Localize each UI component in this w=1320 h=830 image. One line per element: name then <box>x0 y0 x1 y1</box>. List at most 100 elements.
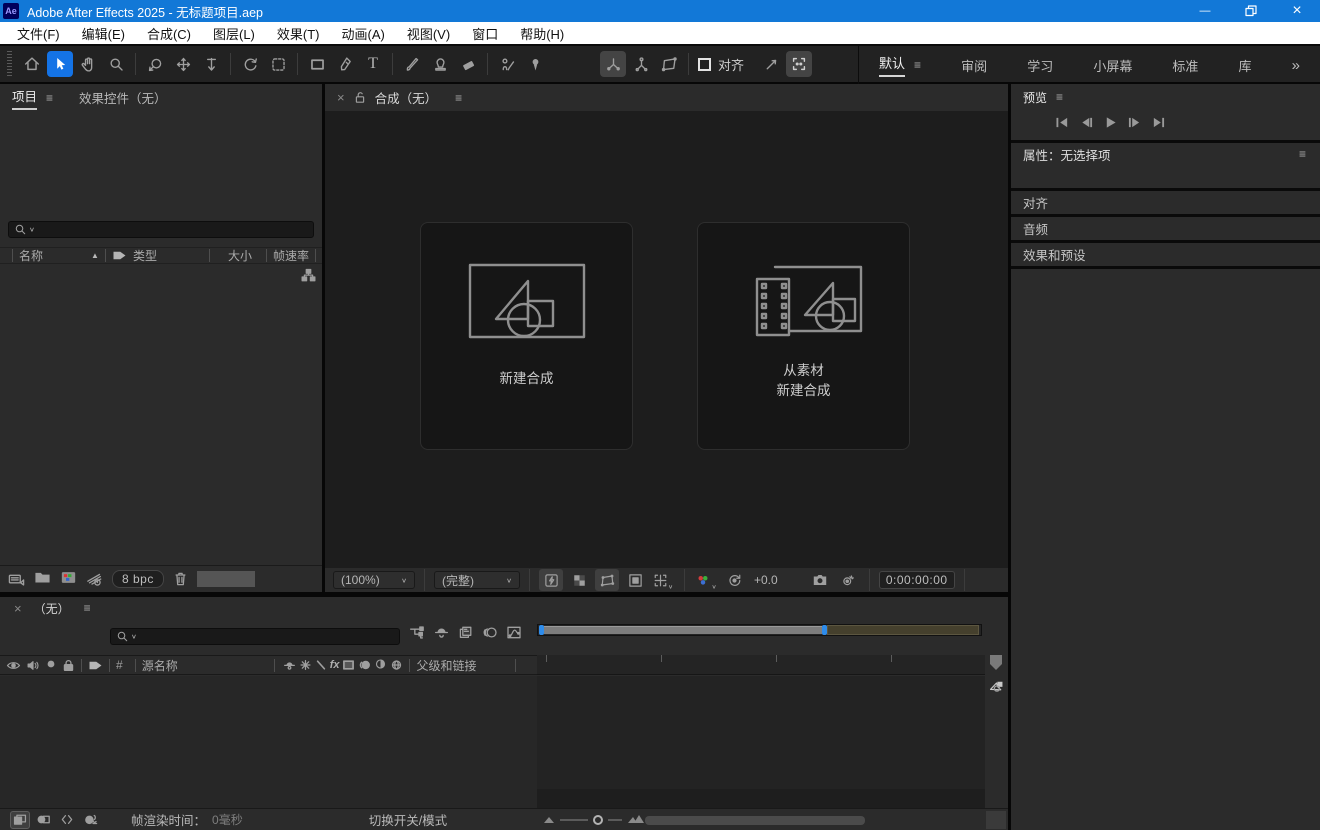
grid-guide-options-icon[interactable]: ∨ <box>651 569 675 591</box>
comp-marker-bin-icon[interactable] <box>988 654 1004 674</box>
project-panel-menu-icon[interactable]: ≡ <box>46 91 53 105</box>
graph-editor-icon[interactable] <box>506 625 522 640</box>
timeline-tab-title[interactable]: （无） <box>34 600 70 617</box>
hand-tool-icon[interactable] <box>75 51 101 77</box>
zoom-out-mountain-icon[interactable] <box>543 813 555 827</box>
expand-transfer-controls-icon[interactable] <box>36 813 51 826</box>
workspace-tab-review[interactable]: 审阅 <box>961 56 987 75</box>
workspace-menu-icon[interactable]: ≡ <box>914 58 921 72</box>
channel-settings-icon[interactable]: ∨ <box>694 569 718 591</box>
transparency-grid-icon[interactable] <box>567 569 591 591</box>
tab-project[interactable]: 项目 <box>12 86 37 110</box>
local-axis-mode-icon[interactable] <box>600 51 626 77</box>
collapse-transformations-icon[interactable] <box>299 659 312 671</box>
previous-frame-button[interactable] <box>1079 116 1094 132</box>
color-settings-icon[interactable] <box>86 572 103 587</box>
audio-icon[interactable] <box>26 659 40 672</box>
dolly-camera-tool-icon[interactable] <box>198 51 224 77</box>
horizontal-scrollbar[interactable] <box>645 816 865 825</box>
bit-depth-button[interactable]: 8 bpc <box>112 570 164 588</box>
layer-list-area[interactable] <box>0 676 537 808</box>
world-axis-mode-icon[interactable] <box>628 51 654 77</box>
project-search-input[interactable]: ∨ <box>8 221 314 238</box>
tab-effect-controls[interactable]: 效果控件（无） <box>79 88 167 107</box>
snap-features-icon[interactable] <box>786 51 812 77</box>
new-folder-icon[interactable] <box>34 570 51 588</box>
rotation-tool-icon[interactable] <box>237 51 263 77</box>
workspace-tab-default[interactable]: 默认≡ <box>879 53 921 77</box>
menu-animation[interactable]: 动画(A) <box>331 22 396 44</box>
orbit-camera-tool-icon[interactable] <box>142 51 168 77</box>
zoom-tool-icon[interactable] <box>103 51 129 77</box>
search-chevron-icon[interactable]: ∨ <box>131 633 137 640</box>
timeline-search-input[interactable]: ∨ <box>110 628 400 645</box>
exposure-value[interactable]: +0.0 <box>754 573 778 587</box>
column-size[interactable]: 大小 <box>228 247 252 264</box>
workspace-tab-libraries[interactable]: 库 <box>1239 56 1252 75</box>
adjustment-layer-icon[interactable] <box>374 658 387 673</box>
audio-panel-header[interactable]: 音频 <box>1011 217 1320 240</box>
eraser-tool-icon[interactable] <box>455 51 481 77</box>
new-comp-from-footage-card[interactable]: 从素材 新建合成 <box>697 222 910 450</box>
timeline-track-area[interactable] <box>537 676 985 808</box>
solo-icon[interactable] <box>45 658 57 673</box>
last-frame-button[interactable] <box>1151 116 1166 132</box>
panel-grip[interactable] <box>7 51 12 77</box>
menu-composition[interactable]: 合成(C) <box>136 22 202 44</box>
fx-icon[interactable]: fx <box>330 659 340 671</box>
composition-tab-title[interactable]: 合成（无） <box>375 88 438 107</box>
magnification-dropdown[interactable]: (100%)∨ <box>333 571 415 589</box>
restore-button[interactable] <box>1228 0 1274 22</box>
comp-button-icon[interactable] <box>988 678 1005 694</box>
menu-edit[interactable]: 编辑(E) <box>71 22 136 44</box>
brush-tool-icon[interactable] <box>399 51 425 77</box>
work-area-track[interactable] <box>537 624 982 636</box>
render-time-icon[interactable] <box>83 813 99 826</box>
view-axis-mode-icon[interactable] <box>656 51 682 77</box>
unlock-icon[interactable] <box>354 91 366 104</box>
panel-close-icon[interactable]: × <box>337 90 345 105</box>
delete-icon[interactable] <box>173 571 188 587</box>
zoom-in-mountains-icon[interactable] <box>627 813 645 827</box>
menu-help[interactable]: 帮助(H) <box>509 22 575 44</box>
video-eye-icon[interactable] <box>6 659 21 672</box>
workspace-overflow-icon[interactable]: » <box>1292 57 1300 74</box>
preview-panel-menu-icon[interactable]: ≡ <box>1056 90 1063 104</box>
frame-blend-switch-icon[interactable] <box>342 659 355 671</box>
snap-toggle[interactable]: 对齐 <box>698 55 744 74</box>
timeline-panel-menu-icon[interactable]: ≡ <box>84 601 91 615</box>
composition-panel-menu-icon[interactable]: ≡ <box>455 91 462 105</box>
search-chevron-icon[interactable]: ∨ <box>29 226 35 233</box>
comp-mini-flowchart-icon[interactable] <box>408 625 425 640</box>
interpret-footage-icon[interactable] <box>8 572 25 587</box>
take-snapshot-icon[interactable] <box>808 569 832 591</box>
tab-preview[interactable]: 预览 <box>1023 89 1047 106</box>
expand-in-out-icon[interactable] <box>60 813 74 826</box>
fast-previews-icon[interactable] <box>539 569 563 591</box>
rectangle-tool-icon[interactable] <box>304 51 330 77</box>
selection-tool-icon[interactable] <box>47 51 73 77</box>
show-snapshot-icon[interactable] <box>836 569 860 591</box>
region-of-interest-icon[interactable] <box>623 569 647 591</box>
menu-view[interactable]: 视图(V) <box>396 22 461 44</box>
zoom-slider-track-right[interactable] <box>608 819 622 821</box>
play-button[interactable] <box>1103 116 1118 132</box>
new-composition-icon[interactable] <box>60 570 77 588</box>
frame-blending-icon[interactable] <box>458 625 474 640</box>
resolution-dropdown[interactable]: (完整)∨ <box>434 571 520 589</box>
project-flowchart-icon[interactable] <box>301 268 316 283</box>
camera-tool-icon[interactable] <box>265 51 291 77</box>
effects-presets-panel-header[interactable]: 效果和预设 <box>1011 243 1320 266</box>
column-type[interactable]: 类型 <box>133 247 157 264</box>
reset-exposure-icon[interactable] <box>722 569 746 591</box>
next-frame-button[interactable] <box>1127 116 1142 132</box>
work-area-bar[interactable] <box>544 626 822 634</box>
motion-blur-icon[interactable] <box>482 625 498 640</box>
properties-panel-menu-icon[interactable]: ≡ <box>1299 147 1306 161</box>
menu-effect[interactable]: 效果(T) <box>266 22 331 44</box>
roto-brush-tool-icon[interactable] <box>494 51 520 77</box>
column-name[interactable]: 名称 <box>19 247 43 264</box>
column-source-name[interactable]: 源名称 <box>142 657 178 674</box>
lock-icon[interactable] <box>62 659 75 672</box>
workspace-tab-small-screen[interactable]: 小屏幕 <box>1093 56 1132 75</box>
